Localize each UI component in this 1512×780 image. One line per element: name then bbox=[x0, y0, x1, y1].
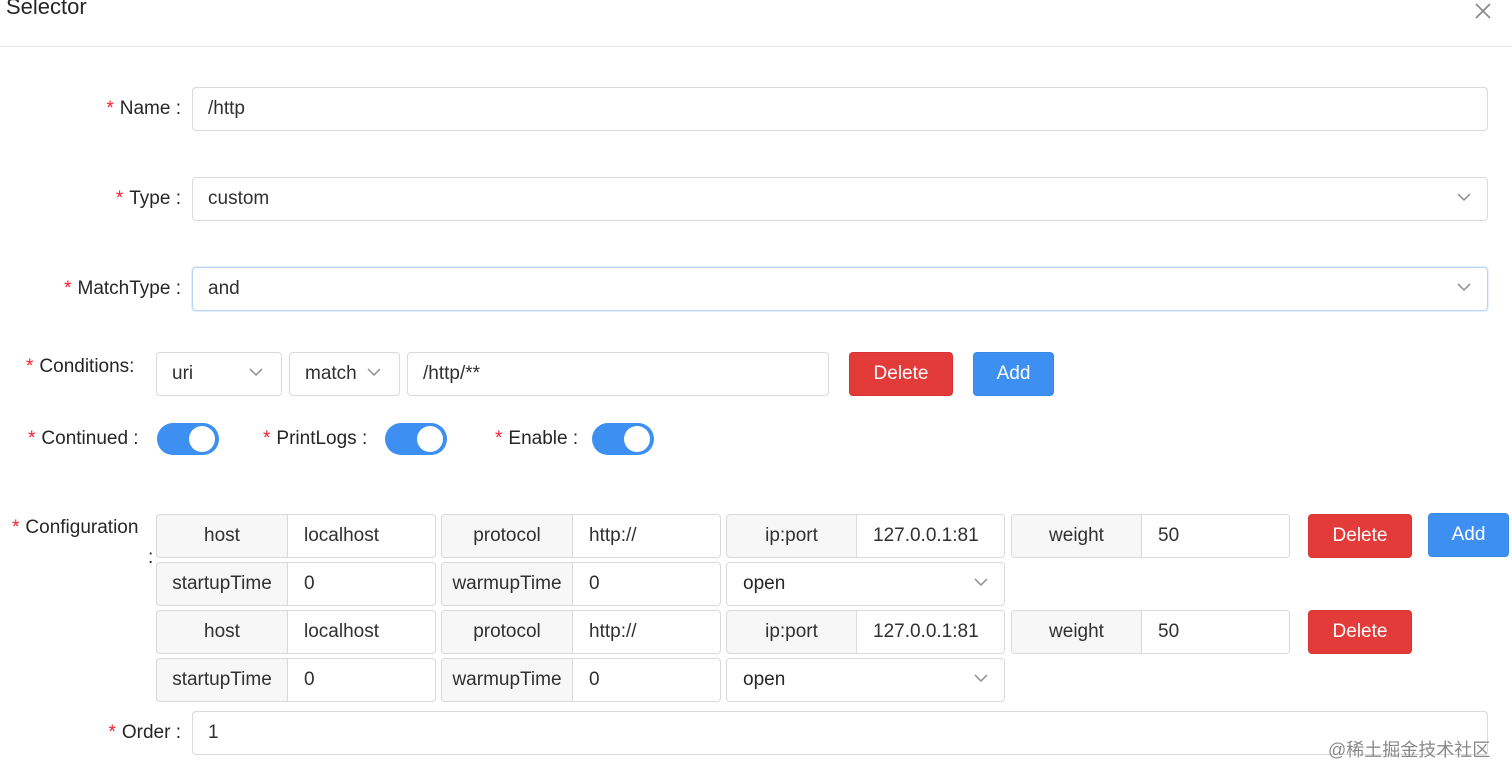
match-type-select[interactable]: and bbox=[192, 267, 1488, 311]
ip-port-input[interactable]: 127.0.0.1:81 bbox=[857, 514, 1005, 558]
protocol-addon: protocol bbox=[441, 514, 573, 558]
configuration-colon: : bbox=[148, 547, 154, 568]
chevron-down-icon bbox=[974, 578, 988, 587]
protocol-input[interactable]: http:// bbox=[573, 610, 721, 654]
chevron-down-icon bbox=[367, 368, 381, 377]
startup-time-addon: startupTime bbox=[156, 562, 288, 606]
modal-title: Selector bbox=[6, 0, 87, 19]
name-input[interactable]: /http bbox=[192, 87, 1488, 131]
condition-param-type-select[interactable]: uri bbox=[156, 352, 282, 396]
protocol-input[interactable]: http:// bbox=[573, 514, 721, 558]
ip-port-input[interactable]: 127.0.0.1:81 bbox=[857, 610, 1005, 654]
host-addon: host bbox=[156, 514, 288, 558]
condition-add-button[interactable]: Add bbox=[973, 352, 1054, 396]
close-icon[interactable] bbox=[1472, 0, 1494, 22]
continued-switch[interactable] bbox=[157, 423, 219, 455]
chevron-down-icon bbox=[1457, 193, 1471, 202]
conditions-label: * Conditions: bbox=[26, 356, 135, 377]
status-select[interactable]: open bbox=[726, 658, 1005, 702]
warmup-time-input[interactable]: 0 bbox=[573, 562, 721, 606]
status-select[interactable]: open bbox=[726, 562, 1005, 606]
warmup-time-input[interactable]: 0 bbox=[573, 658, 721, 702]
protocol-addon: protocol bbox=[441, 610, 573, 654]
upstream-delete-button[interactable]: Delete bbox=[1308, 610, 1412, 654]
print-logs-switch[interactable] bbox=[385, 423, 447, 455]
upstream-delete-button[interactable]: Delete bbox=[1308, 514, 1412, 558]
order-input[interactable]: 1 bbox=[192, 711, 1488, 755]
ip-port-addon: ip:port bbox=[726, 610, 857, 654]
warmup-time-addon: warmupTime bbox=[441, 562, 573, 606]
warmup-time-addon: warmupTime bbox=[441, 658, 573, 702]
order-label: * Order : bbox=[108, 722, 181, 743]
chevron-down-icon bbox=[249, 368, 263, 377]
weight-input[interactable]: 50 bbox=[1142, 514, 1290, 558]
host-addon: host bbox=[156, 610, 288, 654]
name-label: * Name : bbox=[106, 98, 181, 119]
weight-input[interactable]: 50 bbox=[1142, 610, 1290, 654]
configuration-label: * Configuration bbox=[12, 517, 139, 538]
chevron-down-icon bbox=[974, 674, 988, 683]
modal-header: Selector bbox=[0, 0, 1512, 47]
condition-operator-select[interactable]: match bbox=[289, 352, 400, 396]
continued-label: * Continued : bbox=[28, 428, 139, 449]
type-select[interactable]: custom bbox=[192, 177, 1488, 221]
upstream-add-button[interactable]: Add bbox=[1428, 513, 1509, 557]
type-label: * Type : bbox=[115, 188, 181, 209]
weight-addon: weight bbox=[1011, 610, 1142, 654]
startup-time-input[interactable]: 0 bbox=[288, 658, 436, 702]
watermark: @稀土掘金技术社区 bbox=[1328, 740, 1491, 760]
enable-switch[interactable] bbox=[592, 423, 654, 455]
startup-time-addon: startupTime bbox=[156, 658, 288, 702]
condition-value-input[interactable]: /http/** bbox=[407, 352, 829, 396]
weight-addon: weight bbox=[1011, 514, 1142, 558]
enable-label: * Enable : bbox=[495, 428, 579, 449]
host-input[interactable]: localhost bbox=[288, 514, 436, 558]
chevron-down-icon bbox=[1457, 283, 1471, 292]
match-type-label: * MatchType : bbox=[64, 278, 181, 299]
startup-time-input[interactable]: 0 bbox=[288, 562, 436, 606]
print-logs-label: * PrintLogs : bbox=[263, 428, 368, 449]
host-input[interactable]: localhost bbox=[288, 610, 436, 654]
condition-delete-button[interactable]: Delete bbox=[849, 352, 953, 396]
ip-port-addon: ip:port bbox=[726, 514, 857, 558]
